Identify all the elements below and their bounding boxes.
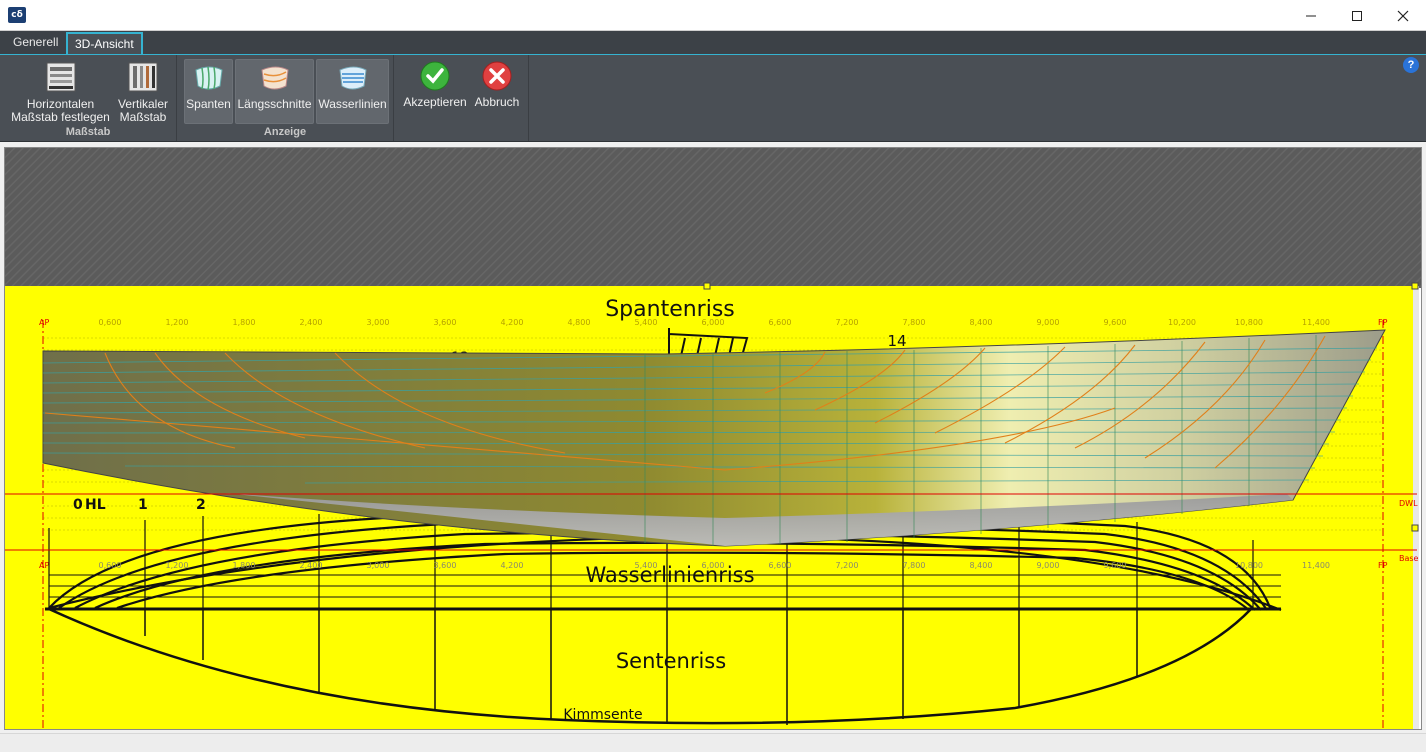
ruler-tick: 2,400	[300, 318, 323, 327]
ruler-tick: 3,600	[434, 561, 457, 570]
ruler-tick: 10,800	[1235, 561, 1263, 570]
vertical-scale-button[interactable]: Vertikaler Maßstab	[114, 58, 172, 124]
ruler-tick: 9,600	[1104, 561, 1127, 570]
cancel-button[interactable]: Abbruch	[470, 58, 524, 109]
ruler-tick: 7,200	[836, 561, 859, 570]
ruler-tick: 3,600	[434, 318, 457, 327]
ruler-tick: 0,600	[99, 318, 122, 327]
accept-label: Akzeptieren	[403, 95, 467, 109]
wasserlinien-label: Wasserlinien	[318, 97, 387, 111]
ruler-tick: 0,600	[99, 561, 122, 570]
ruler-tick: 1,200	[166, 561, 189, 570]
ruler-tick: 7,200	[836, 318, 859, 327]
ship-plan-icon	[128, 62, 158, 92]
ship-plan-icon	[46, 62, 75, 92]
resize-handle[interactable]	[1411, 282, 1419, 290]
ruler-tick: 1,200	[166, 318, 189, 327]
dwl-label: DWL	[1399, 499, 1418, 508]
lines-plan-canvas: 0,600 1,200 1,800 2,400 3,000 3,600 4,20…	[5, 148, 1421, 729]
ruler-tick: 10,800	[1235, 318, 1263, 327]
laengsschnitte-toggle[interactable]: Längsschnitte	[235, 59, 314, 124]
ruler-tick: 11,400	[1302, 561, 1330, 570]
maximize-button[interactable]	[1334, 0, 1380, 31]
group-actions: Akzeptieren Abbruch	[394, 55, 529, 141]
close-button[interactable]	[1380, 0, 1426, 31]
ap-label: AP	[39, 318, 49, 327]
ribbon: Horizontalen Maßstab festlegen Vertikale…	[0, 54, 1426, 142]
hull-buttocks-icon	[260, 66, 289, 90]
status-bar	[0, 733, 1426, 752]
spantenriss-title: Spantenriss	[605, 297, 735, 322]
ruler-tick: 1,800	[233, 318, 256, 327]
base-label: Base	[1399, 554, 1419, 563]
ruler-tick: 8,400	[970, 318, 993, 327]
group-label-massstab: Maßstab	[65, 126, 111, 138]
spanten-label: Spanten	[186, 97, 231, 111]
background-hatch	[5, 148, 1421, 288]
station-label-2: 2	[196, 497, 206, 513]
ruler-tick: 9,000	[1037, 318, 1060, 327]
checkmark-icon	[420, 61, 450, 91]
ruler-tick: 6,600	[769, 561, 792, 570]
wasserlinienriss-title: Wasserlinienriss	[585, 563, 754, 587]
drawing-viewport[interactable]: 0,600 1,200 1,800 2,400 3,000 3,600 4,20…	[4, 147, 1422, 730]
minimize-button[interactable]	[1288, 0, 1334, 31]
ruler-tick: 3,000	[367, 318, 390, 327]
close-icon	[1397, 10, 1409, 21]
ruler-tick: 6,600	[769, 318, 792, 327]
kimmsente-label: Kimmsente	[563, 707, 642, 723]
ruler-tick: 3,000	[367, 561, 390, 570]
minimize-icon	[1306, 15, 1316, 16]
app-logo-icon: cδ	[8, 7, 26, 23]
vertical-scale-label-1: Vertikaler	[117, 97, 169, 111]
ruler-tick: 1,800	[233, 561, 256, 570]
vertical-scale-label-2: Maßstab	[119, 110, 167, 124]
horizontal-scale-button[interactable]: Horizontalen Maßstab festlegen	[8, 58, 113, 124]
hull-sections-icon	[194, 66, 223, 91]
sheet-edge	[1413, 286, 1419, 729]
station-label-0: 0	[73, 497, 83, 513]
tab-3d-ansicht[interactable]: 3D-Ansicht	[66, 32, 143, 54]
horizontal-scale-label-1: Horizontalen	[26, 97, 95, 111]
station-label-hl: HL	[85, 497, 106, 513]
ruler-tick: 2,400	[300, 561, 323, 570]
group-label-anzeige: Anzeige	[263, 126, 307, 138]
horizontal-scale-label-2: Maßstab festlegen	[11, 110, 110, 124]
maximize-icon	[1352, 10, 1362, 21]
wasserlinien-toggle[interactable]: Wasserlinien	[316, 59, 389, 124]
ruler-tick: 4,200	[501, 561, 524, 570]
ap-label: AP	[39, 561, 49, 570]
station-label-1: 1	[138, 497, 148, 513]
hull-waterlines-icon	[338, 66, 367, 90]
ribbon-tabs: Generell 3D-Ansicht	[0, 31, 1426, 54]
laengsschnitte-label: Längsschnitte	[237, 97, 312, 111]
title-bar: cδ	[0, 0, 1426, 31]
resize-handle[interactable]	[703, 282, 711, 290]
help-icon[interactable]: ?	[1403, 57, 1419, 73]
accept-button[interactable]: Akzeptieren	[402, 58, 468, 109]
ruler-tick: 9,000	[1037, 561, 1060, 570]
ruler-tick: 4,200	[501, 318, 524, 327]
ruler-tick: 4,800	[568, 318, 591, 327]
group-massstab: Horizontalen Maßstab festlegen Vertikale…	[0, 55, 177, 141]
spanten-toggle[interactable]: Spanten	[184, 59, 233, 124]
tab-generell[interactable]: Generell	[6, 32, 65, 54]
sentenriss-title: Sentenriss	[616, 649, 726, 673]
ruler-tick: 8,400	[970, 561, 993, 570]
ruler-tick: 10,200	[1168, 318, 1196, 327]
ruler-tick: 9,600	[1104, 318, 1127, 327]
station-label-14: 14	[887, 332, 906, 350]
ruler-tick: 7,800	[903, 561, 926, 570]
cancel-label: Abbruch	[474, 95, 520, 109]
ruler-tick: 7,800	[903, 318, 926, 327]
resize-handle[interactable]	[1411, 524, 1419, 532]
ruler-tick: 11,400	[1302, 318, 1330, 327]
cancel-x-icon	[482, 61, 512, 91]
group-anzeige: Spanten Längsschnitte Wasserlinien Anzei…	[177, 55, 394, 141]
